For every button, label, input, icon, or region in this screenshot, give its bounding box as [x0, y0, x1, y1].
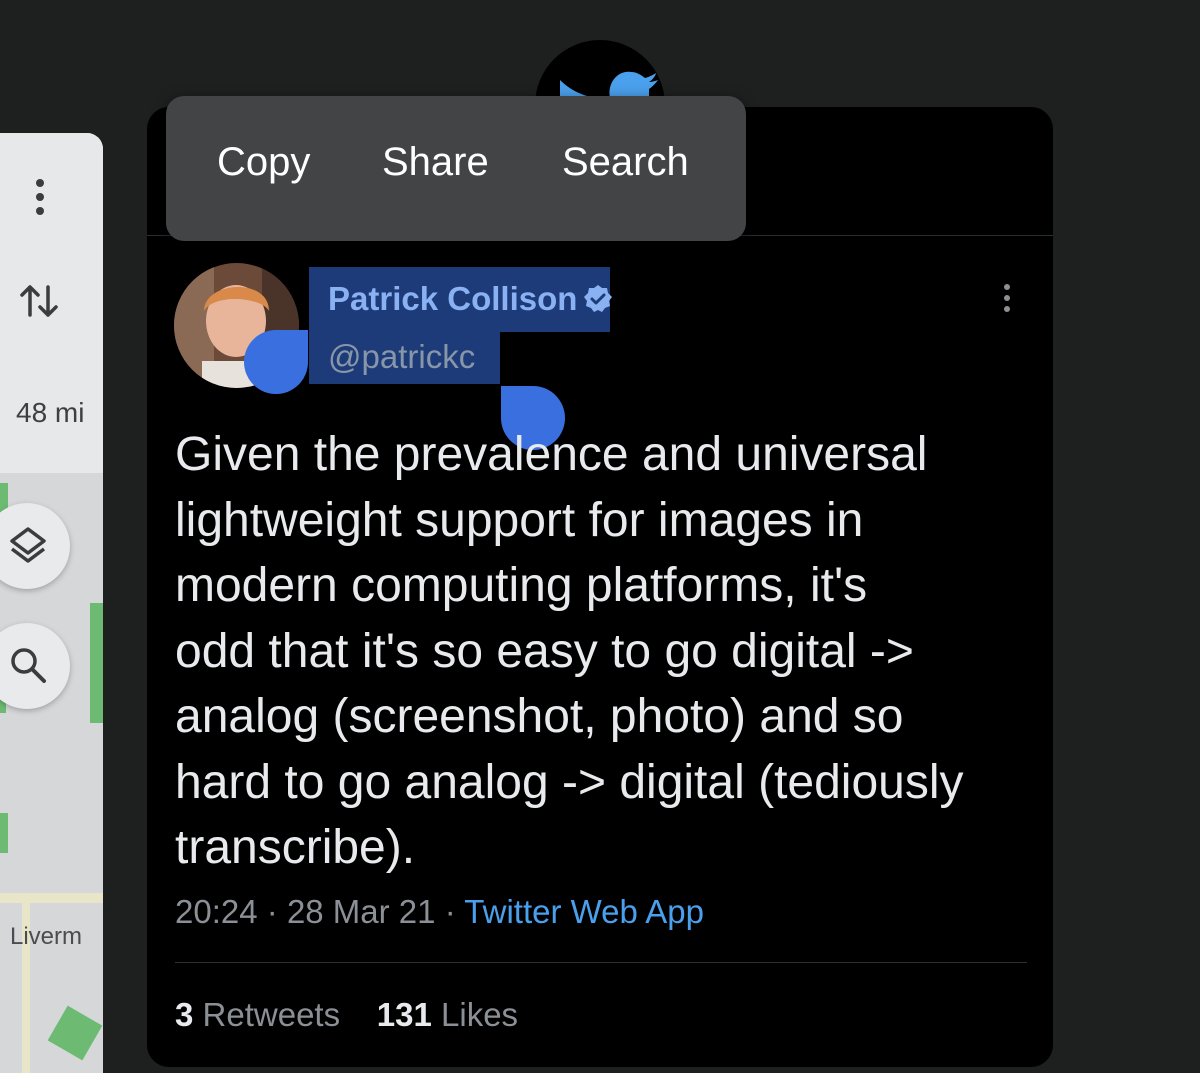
likes-count: 131 [376, 996, 432, 1033]
tweet-source-link[interactable]: Twitter Web App [464, 893, 704, 930]
selection-start-handle[interactable] [244, 330, 308, 394]
tweet-date: 28 Mar 21 [286, 893, 436, 930]
route-distance: 48 mi [16, 397, 85, 428]
map-city-label: Liverm [10, 923, 83, 950]
tweet-metadata: 20:24 · 28 Mar 21 · Twitter Web App [175, 893, 704, 931]
tweet-text-line: analog (screenshot, photo) and so [175, 690, 904, 743]
overflow-menu-icon[interactable] [34, 179, 46, 219]
swap-directions-icon[interactable] [18, 277, 62, 325]
retweets-label: Retweets [202, 996, 341, 1033]
tweet-text-line: modern computing platforms, it's [175, 559, 868, 612]
tweet-text-line: hard to go analog -> digital (tediously [175, 755, 964, 809]
tweet-text-line: lightweight support for images in [175, 493, 864, 547]
tweet-text-line: transcribe). [175, 821, 416, 874]
likes-label: Likes [441, 996, 519, 1033]
share-button[interactable]: Share [382, 140, 489, 185]
tweet-stats: 3 Retweets 131 Likes [175, 996, 518, 1034]
copy-button[interactable]: Copy [217, 140, 310, 185]
author-handle[interactable]: @patrickc [328, 338, 475, 376]
tweet-text: Given the prevalence and universal light… [175, 422, 1035, 881]
tweet-text-line: Given the prevalence and universal [175, 428, 928, 481]
author-name[interactable]: Patrick Collison [328, 280, 577, 318]
tweet-text-line: odd that it's so easy to go digital -> [175, 624, 914, 678]
likes-stat[interactable]: 131 Likes [377, 996, 518, 1033]
text-selection-menu: Copy Share Search [166, 96, 746, 241]
meta-separator: · [444, 893, 456, 930]
retweets-count: 3 [175, 996, 194, 1033]
stats-divider [175, 962, 1027, 963]
layers-icon [10, 527, 46, 563]
retweets-stat[interactable]: 3 Retweets [175, 996, 340, 1033]
more-options-icon[interactable] [1000, 284, 1014, 320]
search-icon [11, 648, 46, 683]
maps-app-card[interactable]: 48 mi Liverm [0, 133, 103, 1073]
tweet-time: 20:24 [175, 893, 258, 930]
meta-separator: · [266, 893, 278, 930]
maps-directions-panel: 48 mi [0, 133, 103, 473]
verified-badge-icon [584, 285, 612, 312]
search-button[interactable]: Search [562, 140, 689, 185]
